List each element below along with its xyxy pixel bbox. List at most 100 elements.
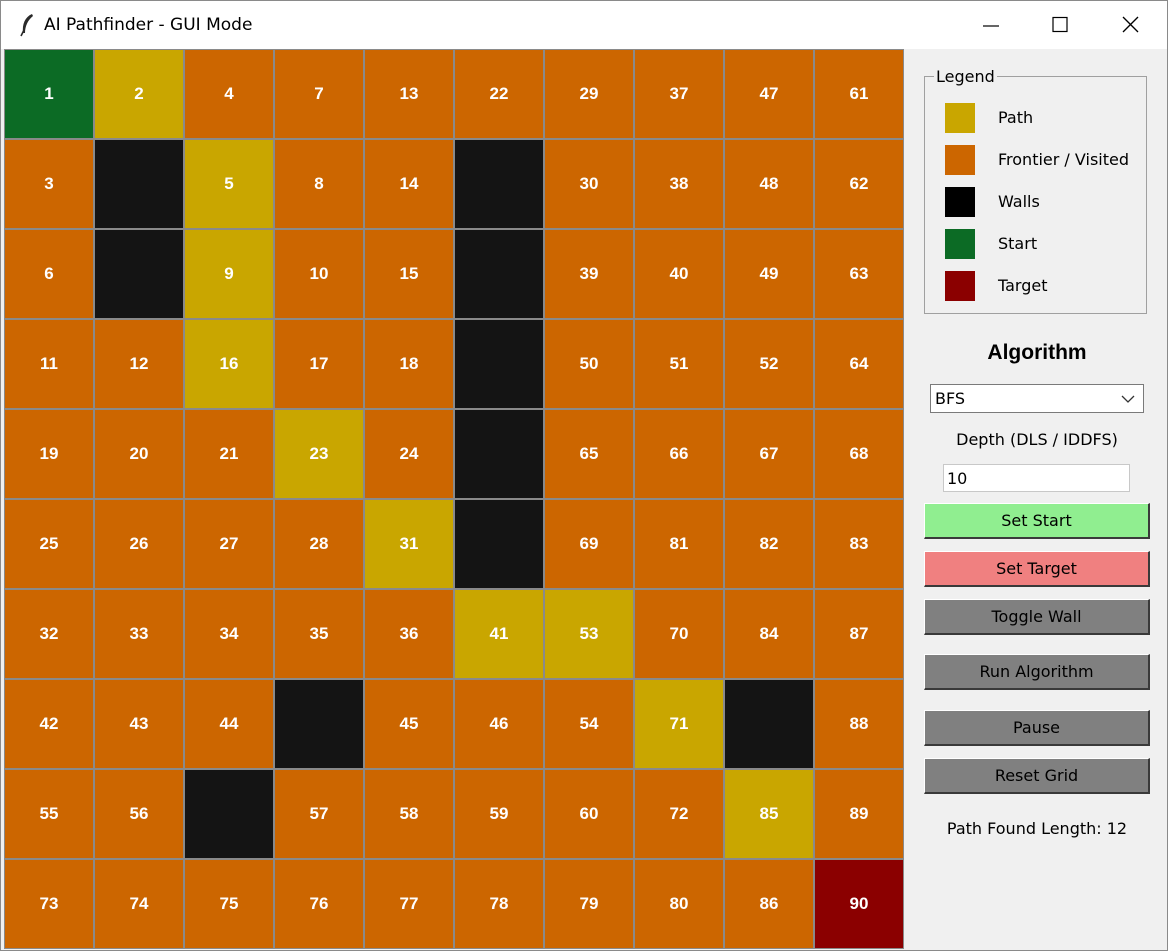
grid-cell-visited[interactable]: 12	[94, 319, 184, 409]
grid-cell-path[interactable]: 41	[454, 589, 544, 679]
grid-cell-visited[interactable]: 43	[94, 679, 184, 769]
grid-cell-visited[interactable]: 82	[724, 499, 814, 589]
grid-cell-visited[interactable]: 81	[634, 499, 724, 589]
grid-cell-wall[interactable]	[454, 499, 544, 589]
grid-cell-visited[interactable]: 83	[814, 499, 904, 589]
grid-cell-visited[interactable]: 70	[634, 589, 724, 679]
grid-cell-visited[interactable]: 26	[94, 499, 184, 589]
grid-cell-visited[interactable]: 40	[634, 229, 724, 319]
grid-cell-visited[interactable]: 73	[4, 859, 94, 949]
grid-cell-visited[interactable]: 38	[634, 139, 724, 229]
grid-cell-visited[interactable]: 36	[364, 589, 454, 679]
grid-cell-path[interactable]: 71	[634, 679, 724, 769]
pause-button[interactable]: Pause	[924, 710, 1150, 746]
grid-cell-visited[interactable]: 3	[4, 139, 94, 229]
grid-cell-visited[interactable]: 58	[364, 769, 454, 859]
grid-cell-visited[interactable]: 47	[724, 49, 814, 139]
grid-cell-visited[interactable]: 10	[274, 229, 364, 319]
grid-cell-wall[interactable]	[454, 409, 544, 499]
grid-cell-visited[interactable]: 46	[454, 679, 544, 769]
grid-cell-path[interactable]: 9	[184, 229, 274, 319]
grid-cell-visited[interactable]: 7	[274, 49, 364, 139]
grid-cell-visited[interactable]: 86	[724, 859, 814, 949]
grid-cell-visited[interactable]: 49	[724, 229, 814, 319]
grid-cell-visited[interactable]: 79	[544, 859, 634, 949]
grid-cell-visited[interactable]: 52	[724, 319, 814, 409]
grid-cell-visited[interactable]: 6	[4, 229, 94, 319]
grid-cell-visited[interactable]: 50	[544, 319, 634, 409]
grid-cell-start[interactable]: 1	[4, 49, 94, 139]
grid-cell-visited[interactable]: 8	[274, 139, 364, 229]
grid-cell-visited[interactable]: 18	[364, 319, 454, 409]
grid-cell-visited[interactable]: 30	[544, 139, 634, 229]
grid-cell-visited[interactable]: 57	[274, 769, 364, 859]
grid-cell-visited[interactable]: 33	[94, 589, 184, 679]
grid-cell-visited[interactable]: 39	[544, 229, 634, 319]
grid-cell-path[interactable]: 23	[274, 409, 364, 499]
grid-cell-visited[interactable]: 89	[814, 769, 904, 859]
grid-cell-visited[interactable]: 44	[184, 679, 274, 769]
grid-cell-wall[interactable]	[274, 679, 364, 769]
grid-cell-visited[interactable]: 69	[544, 499, 634, 589]
algorithm-select[interactable]: BFS	[930, 384, 1144, 413]
grid-cell-visited[interactable]: 84	[724, 589, 814, 679]
reset-grid-button[interactable]: Reset Grid	[924, 758, 1150, 794]
grid-cell-wall[interactable]	[94, 229, 184, 319]
grid-cell-visited[interactable]: 25	[4, 499, 94, 589]
grid-cell-visited[interactable]: 11	[4, 319, 94, 409]
grid-cell-wall[interactable]	[184, 769, 274, 859]
grid-cell-visited[interactable]: 24	[364, 409, 454, 499]
grid-cell-visited[interactable]: 56	[94, 769, 184, 859]
grid-cell-visited[interactable]: 14	[364, 139, 454, 229]
grid-cell-visited[interactable]: 17	[274, 319, 364, 409]
grid-cell-wall[interactable]	[94, 139, 184, 229]
grid-cell-visited[interactable]: 4	[184, 49, 274, 139]
grid-cell-wall[interactable]	[454, 229, 544, 319]
grid-cell-visited[interactable]: 88	[814, 679, 904, 769]
grid-cell-visited[interactable]: 87	[814, 589, 904, 679]
run-algorithm-button[interactable]: Run Algorithm	[924, 654, 1150, 690]
grid-cell-visited[interactable]: 54	[544, 679, 634, 769]
grid-cell-visited[interactable]: 45	[364, 679, 454, 769]
grid-cell-visited[interactable]: 67	[724, 409, 814, 499]
grid-cell-visited[interactable]: 76	[274, 859, 364, 949]
grid-cell-visited[interactable]: 20	[94, 409, 184, 499]
grid-cell-visited[interactable]: 72	[634, 769, 724, 859]
set-start-button[interactable]: Set Start	[924, 503, 1150, 539]
minimize-button[interactable]	[958, 1, 1026, 49]
pathfinding-grid[interactable]: 1 2 4 7 13 22 29 37 47 61 3 5 8 14 30 38 48 62 6 9 10 15 39 40 4…	[4, 49, 904, 949]
grid-cell-wall[interactable]	[454, 319, 544, 409]
grid-cell-visited[interactable]: 59	[454, 769, 544, 859]
grid-cell-visited[interactable]: 28	[274, 499, 364, 589]
grid-cell-visited[interactable]: 15	[364, 229, 454, 319]
grid-cell-visited[interactable]: 61	[814, 49, 904, 139]
grid-cell-path[interactable]: 85	[724, 769, 814, 859]
grid-cell-visited[interactable]: 78	[454, 859, 544, 949]
grid-cell-visited[interactable]: 55	[4, 769, 94, 859]
grid-cell-visited[interactable]: 75	[184, 859, 274, 949]
grid-cell-wall[interactable]	[724, 679, 814, 769]
grid-cell-visited[interactable]: 64	[814, 319, 904, 409]
grid-cell-visited[interactable]: 13	[364, 49, 454, 139]
grid-cell-visited[interactable]: 63	[814, 229, 904, 319]
title-bar[interactable]: AI Pathfinder - GUI Mode	[1, 1, 1167, 49]
close-button[interactable]	[1096, 1, 1164, 49]
set-target-button[interactable]: Set Target	[924, 551, 1150, 587]
grid-cell-visited[interactable]: 51	[634, 319, 724, 409]
grid-cell-visited[interactable]: 77	[364, 859, 454, 949]
grid-cell-path[interactable]: 31	[364, 499, 454, 589]
grid-cell-visited[interactable]: 35	[274, 589, 364, 679]
grid-cell-visited[interactable]: 42	[4, 679, 94, 769]
depth-input[interactable]	[943, 464, 1130, 492]
grid-cell-visited[interactable]: 65	[544, 409, 634, 499]
grid-cell-path[interactable]: 2	[94, 49, 184, 139]
grid-cell-visited[interactable]: 48	[724, 139, 814, 229]
grid-cell-path[interactable]: 5	[184, 139, 274, 229]
grid-cell-visited[interactable]: 34	[184, 589, 274, 679]
grid-cell-visited[interactable]: 60	[544, 769, 634, 859]
grid-cell-visited[interactable]: 29	[544, 49, 634, 139]
grid-cell-visited[interactable]: 37	[634, 49, 724, 139]
grid-cell-visited[interactable]: 19	[4, 409, 94, 499]
grid-cell-visited[interactable]: 80	[634, 859, 724, 949]
grid-cell-wall[interactable]	[454, 139, 544, 229]
